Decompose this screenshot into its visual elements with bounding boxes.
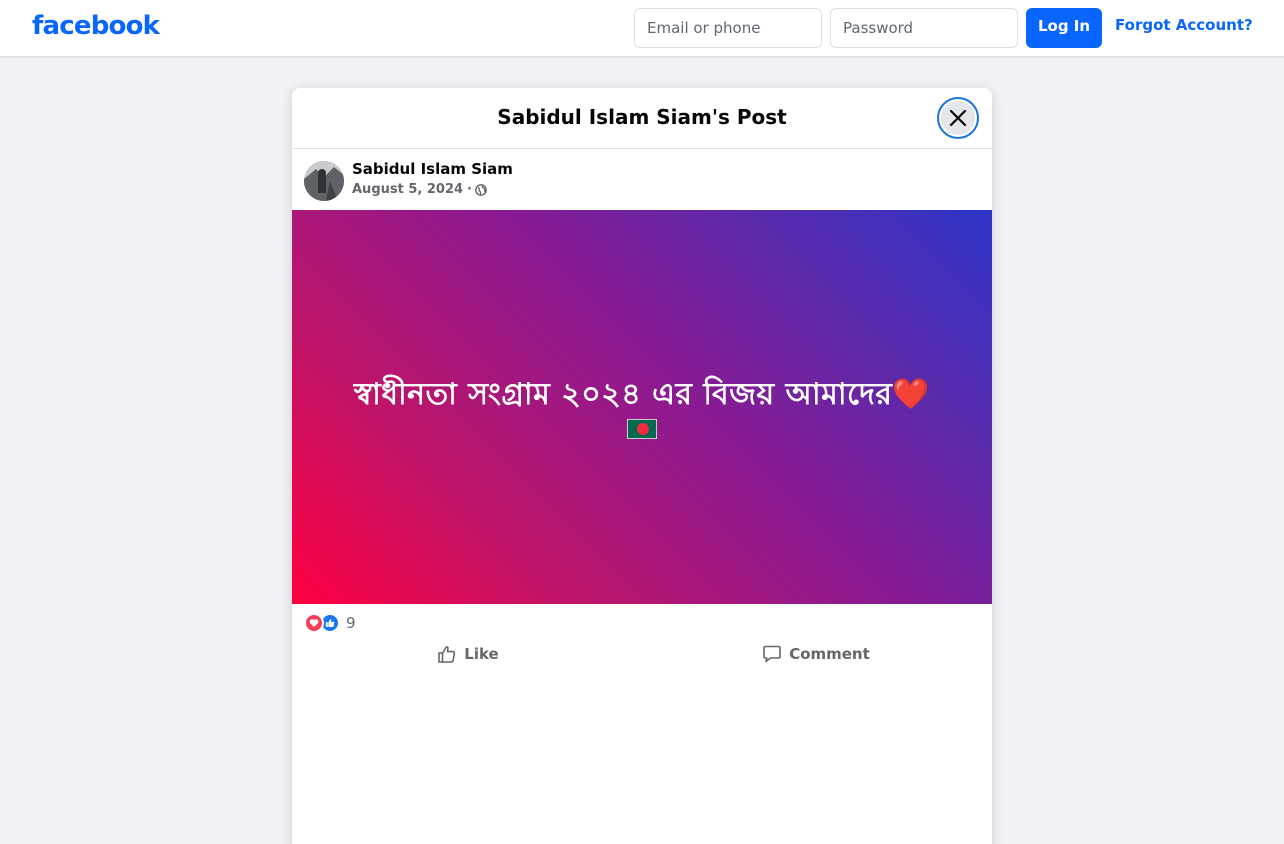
avatar[interactable]: [304, 161, 344, 201]
thumbs-up-icon: [438, 646, 456, 663]
comment-icon: [763, 645, 781, 663]
close-icon: [949, 109, 967, 127]
post-author-row: Sabidul Islam Siam August 5, 2024 ·: [304, 160, 980, 202]
reactions-summary[interactable]: 9: [304, 612, 356, 634]
meta-separator: ·: [467, 182, 472, 197]
top-navigation-bar: facebook Log In Forgot Account?: [0, 0, 1284, 57]
modal-header: Sabidul Islam Siam's Post: [292, 88, 992, 149]
modal-title: Sabidul Islam Siam's Post: [497, 105, 787, 129]
bangladesh-flag-icon: [627, 419, 657, 439]
facebook-logo[interactable]: facebook: [32, 11, 160, 41]
post-background: স্বাধীনতা সংগ্রাম ২০২৪ এর বিজয় আমাদের❤️: [292, 210, 992, 604]
comment-label: Comment: [789, 645, 870, 663]
login-button[interactable]: Log In: [1026, 8, 1102, 48]
forgot-account-link[interactable]: Forgot Account?: [1115, 16, 1253, 34]
email-input[interactable]: [634, 8, 822, 48]
globe-icon: [475, 183, 487, 196]
like-label: Like: [464, 645, 499, 663]
like-button[interactable]: Like: [304, 636, 642, 672]
post-modal: Sabidul Islam Siam's Post Sabidul Islam …: [292, 88, 992, 844]
password-input[interactable]: [830, 8, 1018, 48]
post-action-bar: Like Comment: [304, 636, 980, 672]
author-name-link[interactable]: Sabidul Islam Siam: [352, 160, 513, 178]
post-date[interactable]: August 5, 2024: [352, 182, 463, 197]
post-text: স্বাধীনতা সংগ্রাম ২০২৪ এর বিজয় আমাদের❤️: [353, 377, 931, 412]
reaction-count: 9: [346, 614, 356, 632]
post-meta: August 5, 2024 ·: [352, 182, 487, 197]
love-icon: [304, 613, 324, 633]
close-button[interactable]: [937, 97, 979, 139]
comment-button[interactable]: Comment: [642, 636, 980, 672]
